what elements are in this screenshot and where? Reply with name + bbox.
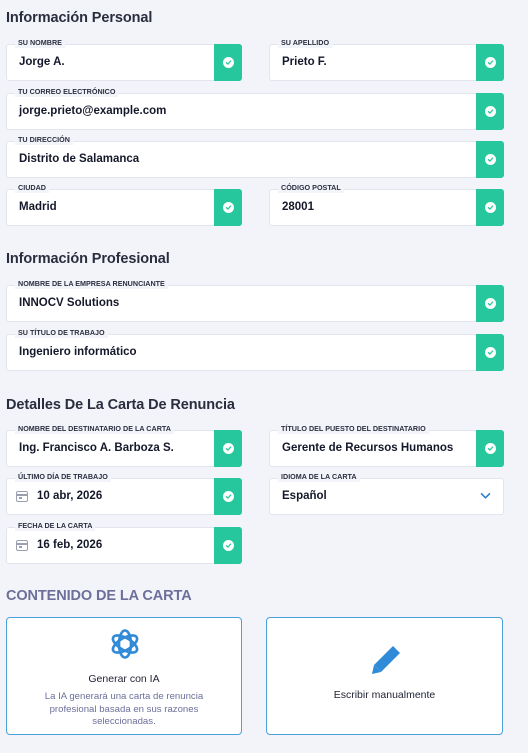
last-day-value: 10 abr, 2026: [37, 490, 103, 502]
last-day-field[interactable]: ÚLTIMO DÍA DE TRABAJO 10 abr, 2026: [6, 472, 242, 515]
postal-code-field[interactable]: CÓDIGO POSTAL 28001: [269, 183, 504, 226]
recipient-title-label: TÍTULO DEL PUESTO DEL DESTINATARIO: [278, 424, 429, 434]
email-field[interactable]: TU CORREO ELECTRÓNICO jorge.prieto@examp…: [6, 87, 504, 130]
postal-code-value: 28001: [282, 201, 314, 213]
last-day-label: ÚLTIMO DÍA DE TRABAJO: [15, 472, 111, 482]
postal-code-label: CÓDIGO POSTAL: [278, 183, 344, 193]
last-name-value: Prieto F.: [282, 56, 327, 68]
first-name-value: Jorge A.: [19, 56, 65, 68]
check-circle-icon: [476, 430, 504, 467]
city-field[interactable]: CIUDAD Madrid: [6, 183, 242, 226]
check-circle-icon: [476, 141, 504, 178]
job-title-label: SU TÍTULO DE TRABAJO: [15, 328, 108, 338]
recipient-name-label: NOMBRE DEL DESTINATARIO DE LA CARTA: [15, 424, 174, 434]
address-field[interactable]: TU DIRECCIÓN Distrito de Salamanca: [6, 135, 504, 178]
letter-language-label: IDIOMA DE LA CARTA: [278, 472, 360, 482]
letter-language-select[interactable]: IDIOMA DE LA CARTA Español: [269, 472, 504, 515]
recipient-name-value: Ing. Francisco A. Barboza S.: [19, 442, 174, 454]
check-circle-icon: [476, 334, 504, 371]
letter-date-value: 16 feb, 2026: [37, 539, 103, 551]
letter-language-value: Español: [282, 490, 327, 502]
company-value: INNOCV Solutions: [19, 297, 120, 309]
city-value: Madrid: [19, 201, 57, 213]
recipient-name-field[interactable]: NOMBRE DEL DESTINATARIO DE LA CARTA Ing.…: [6, 424, 242, 467]
chevron-down-icon[interactable]: [480, 492, 491, 500]
recipient-title-field[interactable]: TÍTULO DEL PUESTO DEL DESTINATARIO Geren…: [269, 424, 504, 467]
last-name-field[interactable]: SU APELLIDO Prieto F.: [269, 38, 504, 81]
recipient-title-value: Gerente de Recursos Humanos: [282, 442, 454, 454]
city-label: CIUDAD: [15, 183, 49, 193]
first-name-field[interactable]: SU NOMBRE Jorge A.: [6, 38, 242, 81]
check-circle-icon: [476, 189, 504, 226]
first-name-label: SU NOMBRE: [15, 38, 65, 48]
check-circle-icon: [214, 44, 242, 81]
calendar-icon: [16, 491, 28, 502]
section-title-personal: Información Personal: [6, 10, 153, 26]
generate-with-ai-card[interactable]: Generar con IA La IA generará una carta …: [6, 617, 242, 735]
check-circle-icon: [214, 478, 242, 515]
generate-with-ai-description: La IA generará una carta de renuncia pro…: [44, 691, 204, 727]
email-label: TU CORREO ELECTRÓNICO: [15, 87, 119, 97]
address-value: Distrito de Salamanca: [19, 153, 140, 165]
write-manually-title: Escribir manualmente: [333, 689, 436, 701]
section-title-letter-details: Detalles De La Carta De Renuncia: [6, 397, 235, 413]
check-circle-icon: [476, 285, 504, 322]
letter-date-label: FECHA DE LA CARTA: [15, 521, 96, 531]
section-title-professional: Información Profesional: [6, 251, 170, 267]
job-title-value: Ingeniero informático: [19, 346, 137, 358]
check-circle-icon: [214, 430, 242, 467]
section-title-content: CONTENIDO DE LA CARTA: [6, 588, 192, 604]
check-circle-icon: [476, 93, 504, 130]
check-circle-icon: [214, 527, 242, 564]
email-value: jorge.prieto@example.com: [19, 105, 167, 117]
calendar-icon: [16, 540, 28, 551]
last-name-label: SU APELLIDO: [278, 38, 333, 48]
check-circle-icon: [214, 189, 242, 226]
address-label: TU DIRECCIÓN: [15, 135, 73, 145]
pencil-icon: [372, 646, 400, 674]
check-circle-icon: [476, 44, 504, 81]
job-title-field[interactable]: SU TÍTULO DE TRABAJO Ingeniero informáti…: [6, 328, 504, 371]
letter-date-field[interactable]: FECHA DE LA CARTA 16 feb, 2026: [6, 521, 242, 564]
openai-logo-icon: [111, 629, 139, 659]
generate-with-ai-title: Generar con IA: [88, 673, 160, 685]
write-manually-card[interactable]: Escribir manualmente: [266, 617, 503, 735]
company-label: NOMBRE DE LA EMPRESA RENUNCIANTE: [15, 279, 168, 289]
company-field[interactable]: NOMBRE DE LA EMPRESA RENUNCIANTE INNOCV …: [6, 279, 504, 322]
